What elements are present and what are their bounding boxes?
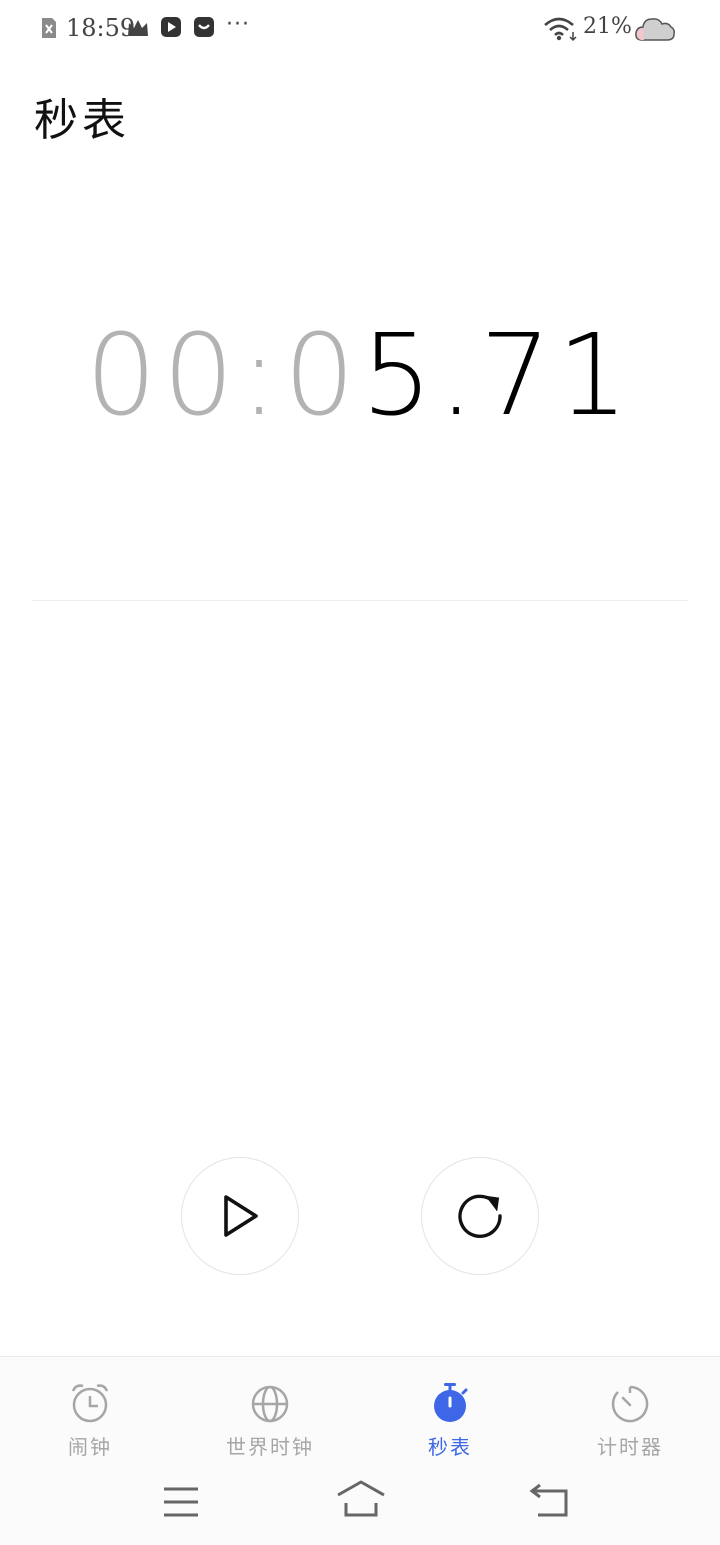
reset-icon — [458, 1194, 502, 1238]
wifi-icon — [544, 17, 577, 42]
elapsed-time-leading: 00:0 — [85, 311, 362, 441]
play-icon — [224, 1195, 258, 1237]
tab-timer[interactable]: 计时器 — [540, 1381, 720, 1460]
battery-percent: 21% — [583, 14, 632, 39]
timer-icon — [611, 1385, 649, 1423]
video-app-icon — [161, 17, 181, 37]
battery-cloud-icon — [635, 18, 675, 41]
tab-stopwatch[interactable]: 秒表 — [360, 1381, 540, 1460]
status-bar: 18:59 ··· 21% — [0, 0, 720, 60]
shopping-app-icon — [194, 17, 214, 37]
globe-icon — [251, 1385, 289, 1423]
tab-label: 闹钟 — [68, 1435, 112, 1459]
elapsed-time-value: 5.71 — [361, 311, 635, 441]
back-icon[interactable] — [528, 1483, 570, 1519]
divider — [32, 600, 688, 601]
more-notifications-icon: ··· — [226, 12, 250, 37]
stopwatch-display: 00:05.71 — [0, 316, 720, 436]
reset-button[interactable] — [421, 1157, 539, 1275]
stopwatch-icon — [434, 1383, 468, 1422]
tab-alarm[interactable]: 闹钟 — [0, 1381, 180, 1460]
page-title: 秒表 — [34, 95, 130, 146]
tab-label: 计时器 — [597, 1435, 663, 1459]
bottom-navigation: 闹钟 世界时钟 秒表 计时器 — [0, 1356, 720, 1545]
no-sim-icon — [42, 18, 56, 38]
tab-label: 秒表 — [428, 1435, 472, 1459]
crown-icon — [128, 20, 148, 36]
tab-label: 世界时钟 — [226, 1435, 314, 1459]
tab-world-clock[interactable]: 世界时钟 — [180, 1381, 360, 1460]
alarm-clock-icon — [71, 1384, 109, 1423]
status-time: 18:59 — [66, 14, 136, 42]
menu-icon[interactable] — [162, 1485, 200, 1519]
home-icon[interactable] — [336, 1479, 386, 1519]
start-button[interactable] — [181, 1157, 299, 1275]
